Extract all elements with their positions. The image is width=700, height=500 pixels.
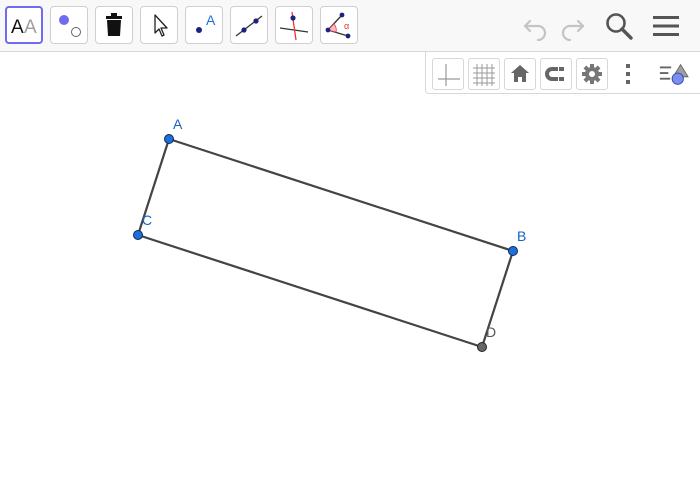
- standard-view-button[interactable]: [504, 58, 536, 90]
- toggle-axes-button[interactable]: [432, 58, 464, 90]
- style-bar-toggle-icon: [659, 63, 689, 85]
- point-a-label: A: [173, 116, 183, 132]
- grid-icon: [473, 64, 495, 86]
- magnet-icon: [545, 67, 564, 81]
- settings-button[interactable]: [576, 58, 608, 90]
- more-options-button[interactable]: [612, 58, 644, 90]
- toggle-grid-button[interactable]: [468, 58, 500, 90]
- home-icon: [511, 65, 529, 82]
- point-c[interactable]: [133, 230, 143, 240]
- graphics-style-bar: [425, 52, 700, 94]
- point-d[interactable]: [477, 342, 487, 352]
- segment-ab[interactable]: [168, 137, 514, 253]
- point-capturing-button[interactable]: [540, 58, 572, 90]
- point-b-label: B: [517, 228, 526, 244]
- point-a[interactable]: [164, 134, 174, 144]
- point-c-label: C: [142, 212, 152, 228]
- more-vertical-icon: [626, 64, 630, 84]
- segment-cd[interactable]: [137, 233, 483, 349]
- point-b[interactable]: [508, 246, 518, 256]
- style-bar-toggle-button[interactable]: [658, 58, 690, 90]
- point-d-label: D: [486, 324, 496, 340]
- gear-icon: [582, 64, 602, 84]
- axes-icon: [438, 64, 460, 86]
